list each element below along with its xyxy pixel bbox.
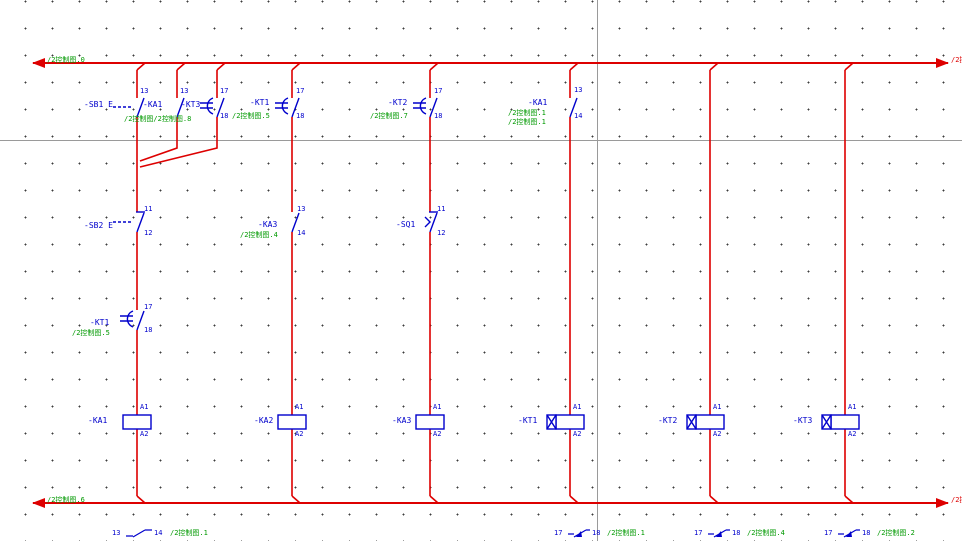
pin-label: 18 xyxy=(434,112,442,120)
pin-label: 17 xyxy=(296,87,304,95)
wiring-layer xyxy=(0,0,962,541)
cross-reference[interactable]: /2控制图.5 xyxy=(72,329,110,337)
pin-label: 17 xyxy=(434,87,442,95)
cross-reference[interactable]: /2控制图.1 xyxy=(508,118,546,126)
pin-label: 14 xyxy=(297,229,305,237)
cross-reference[interactable]: /2控制图.1 xyxy=(508,109,546,117)
pin-label: 17 xyxy=(144,303,152,311)
ka3-coil-symbol[interactable] xyxy=(416,415,444,429)
pin-label: 18 xyxy=(144,326,152,334)
device-tag-kt2-contact[interactable]: -KT2 xyxy=(388,98,407,107)
arrow-left-icon xyxy=(32,498,45,508)
device-tag-kt1-contact[interactable]: -KT1 xyxy=(250,98,269,107)
pin-label: A1 xyxy=(573,403,581,411)
pin-label: A1 xyxy=(713,403,721,411)
cross-reference[interactable]: /2控制图/2控制图.8 xyxy=(124,115,191,123)
cross-reference[interactable]: /2控制图.2 xyxy=(877,529,915,537)
pin-label: A2 xyxy=(573,430,581,438)
kt3-coil-symbol[interactable] xyxy=(822,415,859,429)
kt1-timer-contact-symbol-2[interactable] xyxy=(120,311,144,330)
pin-label: 13 xyxy=(140,87,148,95)
mirror-pin-label: 18 xyxy=(592,529,600,537)
device-tag-ka1-contact[interactable]: -KA1 xyxy=(143,100,162,109)
pin-label: A2 xyxy=(140,430,148,438)
pin-label: 12 xyxy=(144,229,152,237)
device-tag-kt2-coil[interactable]: -KT2 xyxy=(658,416,677,425)
timer-contact-glyph-icon xyxy=(838,530,860,537)
timer-contact-glyph-icon xyxy=(568,530,590,537)
mirror-pin-label: 13 xyxy=(112,529,120,537)
timer-arc-icon xyxy=(127,311,133,327)
pin-label: A1 xyxy=(848,403,856,411)
cross-reference[interactable]: /2控制图.4 xyxy=(747,529,785,537)
arrow-left-icon xyxy=(32,58,45,68)
cross-reference[interactable]: /2控制图.1 xyxy=(170,529,208,537)
device-tag-ka2-coil[interactable]: -KA2 xyxy=(254,416,273,425)
ka1-coil-symbol[interactable] xyxy=(123,415,151,429)
device-tag-kt3-contact[interactable]: -KT3 xyxy=(181,100,200,109)
pin-label: 13 xyxy=(574,86,582,94)
sb2-contact-symbol[interactable] xyxy=(113,212,145,232)
device-tag-sb1[interactable]: -SB1 E xyxy=(84,100,113,109)
ka2-coil-symbol[interactable] xyxy=(278,415,306,429)
pin-label: A2 xyxy=(433,430,441,438)
timer-contact-glyph-icon xyxy=(708,530,730,537)
timer-arc-icon xyxy=(282,98,288,114)
device-tag-ka3-contact[interactable]: -KA3 xyxy=(258,220,277,229)
pin-label: 12 xyxy=(437,229,445,237)
rail-arrow-icons xyxy=(32,58,949,508)
timer-arc-icon xyxy=(207,98,213,114)
cross-reference[interactable]: /2控制图.7 xyxy=(370,112,408,120)
pin-label: 14 xyxy=(574,112,582,120)
device-tag-ka1-coil[interactable]: -KA1 xyxy=(88,416,107,425)
arrow-right-icon xyxy=(936,58,949,68)
pin-label: 17 xyxy=(220,87,228,95)
kt2-coil-symbol[interactable] xyxy=(687,415,724,429)
limit-switch-wedge-icon xyxy=(425,217,430,227)
kt1-coil-symbol[interactable] xyxy=(547,415,584,429)
device-tag-ka1-contact-2[interactable]: -KA1 xyxy=(528,98,547,107)
mirror-pin-label: 17 xyxy=(554,529,562,537)
device-tag-sq1[interactable]: -SQ1 xyxy=(396,220,415,229)
pin-label: A1 xyxy=(140,403,148,411)
rail-ref-bottom-left[interactable]: /2控制图.6 xyxy=(47,496,85,504)
pin-label: A2 xyxy=(295,430,303,438)
cross-reference[interactable]: /2控制图.4 xyxy=(240,231,278,239)
pin-label: 11 xyxy=(437,205,445,213)
pin-label: A2 xyxy=(848,430,856,438)
device-tag-sb2[interactable]: -SB2 E xyxy=(84,221,113,230)
timer-arc-icon xyxy=(420,98,426,114)
mirror-pin-label: 18 xyxy=(862,529,870,537)
pin-label: 13 xyxy=(297,205,305,213)
cross-reference[interactable]: /2控制图.1 xyxy=(607,529,645,537)
circuit-wires[interactable] xyxy=(137,63,853,503)
arrow-right-icon xyxy=(936,498,949,508)
pin-label: 18 xyxy=(296,112,304,120)
rail-ref-bottom-right[interactable]: /2控 xyxy=(951,496,962,504)
device-tag-kt3-coil[interactable]: -KT3 xyxy=(793,416,812,425)
pin-label: A2 xyxy=(713,430,721,438)
device-tag-kt1-coil[interactable]: -KT1 xyxy=(518,416,537,425)
rail-ref-top-right[interactable]: /2控 xyxy=(951,56,962,64)
mirror-pin-label: 14 xyxy=(154,529,162,537)
cross-reference[interactable]: /2控制图.5 xyxy=(232,112,270,120)
mirror-pin-label: 18 xyxy=(732,529,740,537)
pin-label: A1 xyxy=(433,403,441,411)
pin-label: 11 xyxy=(144,205,152,213)
mirror-pin-label: 17 xyxy=(694,529,702,537)
mirror-pin-label: 17 xyxy=(824,529,832,537)
pin-label: A1 xyxy=(295,403,303,411)
pin-label: 13 xyxy=(180,87,188,95)
device-tag-ka3-coil[interactable]: -KA3 xyxy=(392,416,411,425)
device-tag-kt1-contact-2[interactable]: -KT1 xyxy=(90,318,109,327)
no-contact-glyph-icon xyxy=(126,530,152,537)
rail-ref-top-left[interactable]: /2控制图.0 xyxy=(47,56,85,64)
pin-label: 18 xyxy=(220,112,228,120)
schematic-canvas: /2控制图.0 /2控 /2控制图.6 /2控 -SB1 E 13 -KA1 1… xyxy=(0,0,962,541)
